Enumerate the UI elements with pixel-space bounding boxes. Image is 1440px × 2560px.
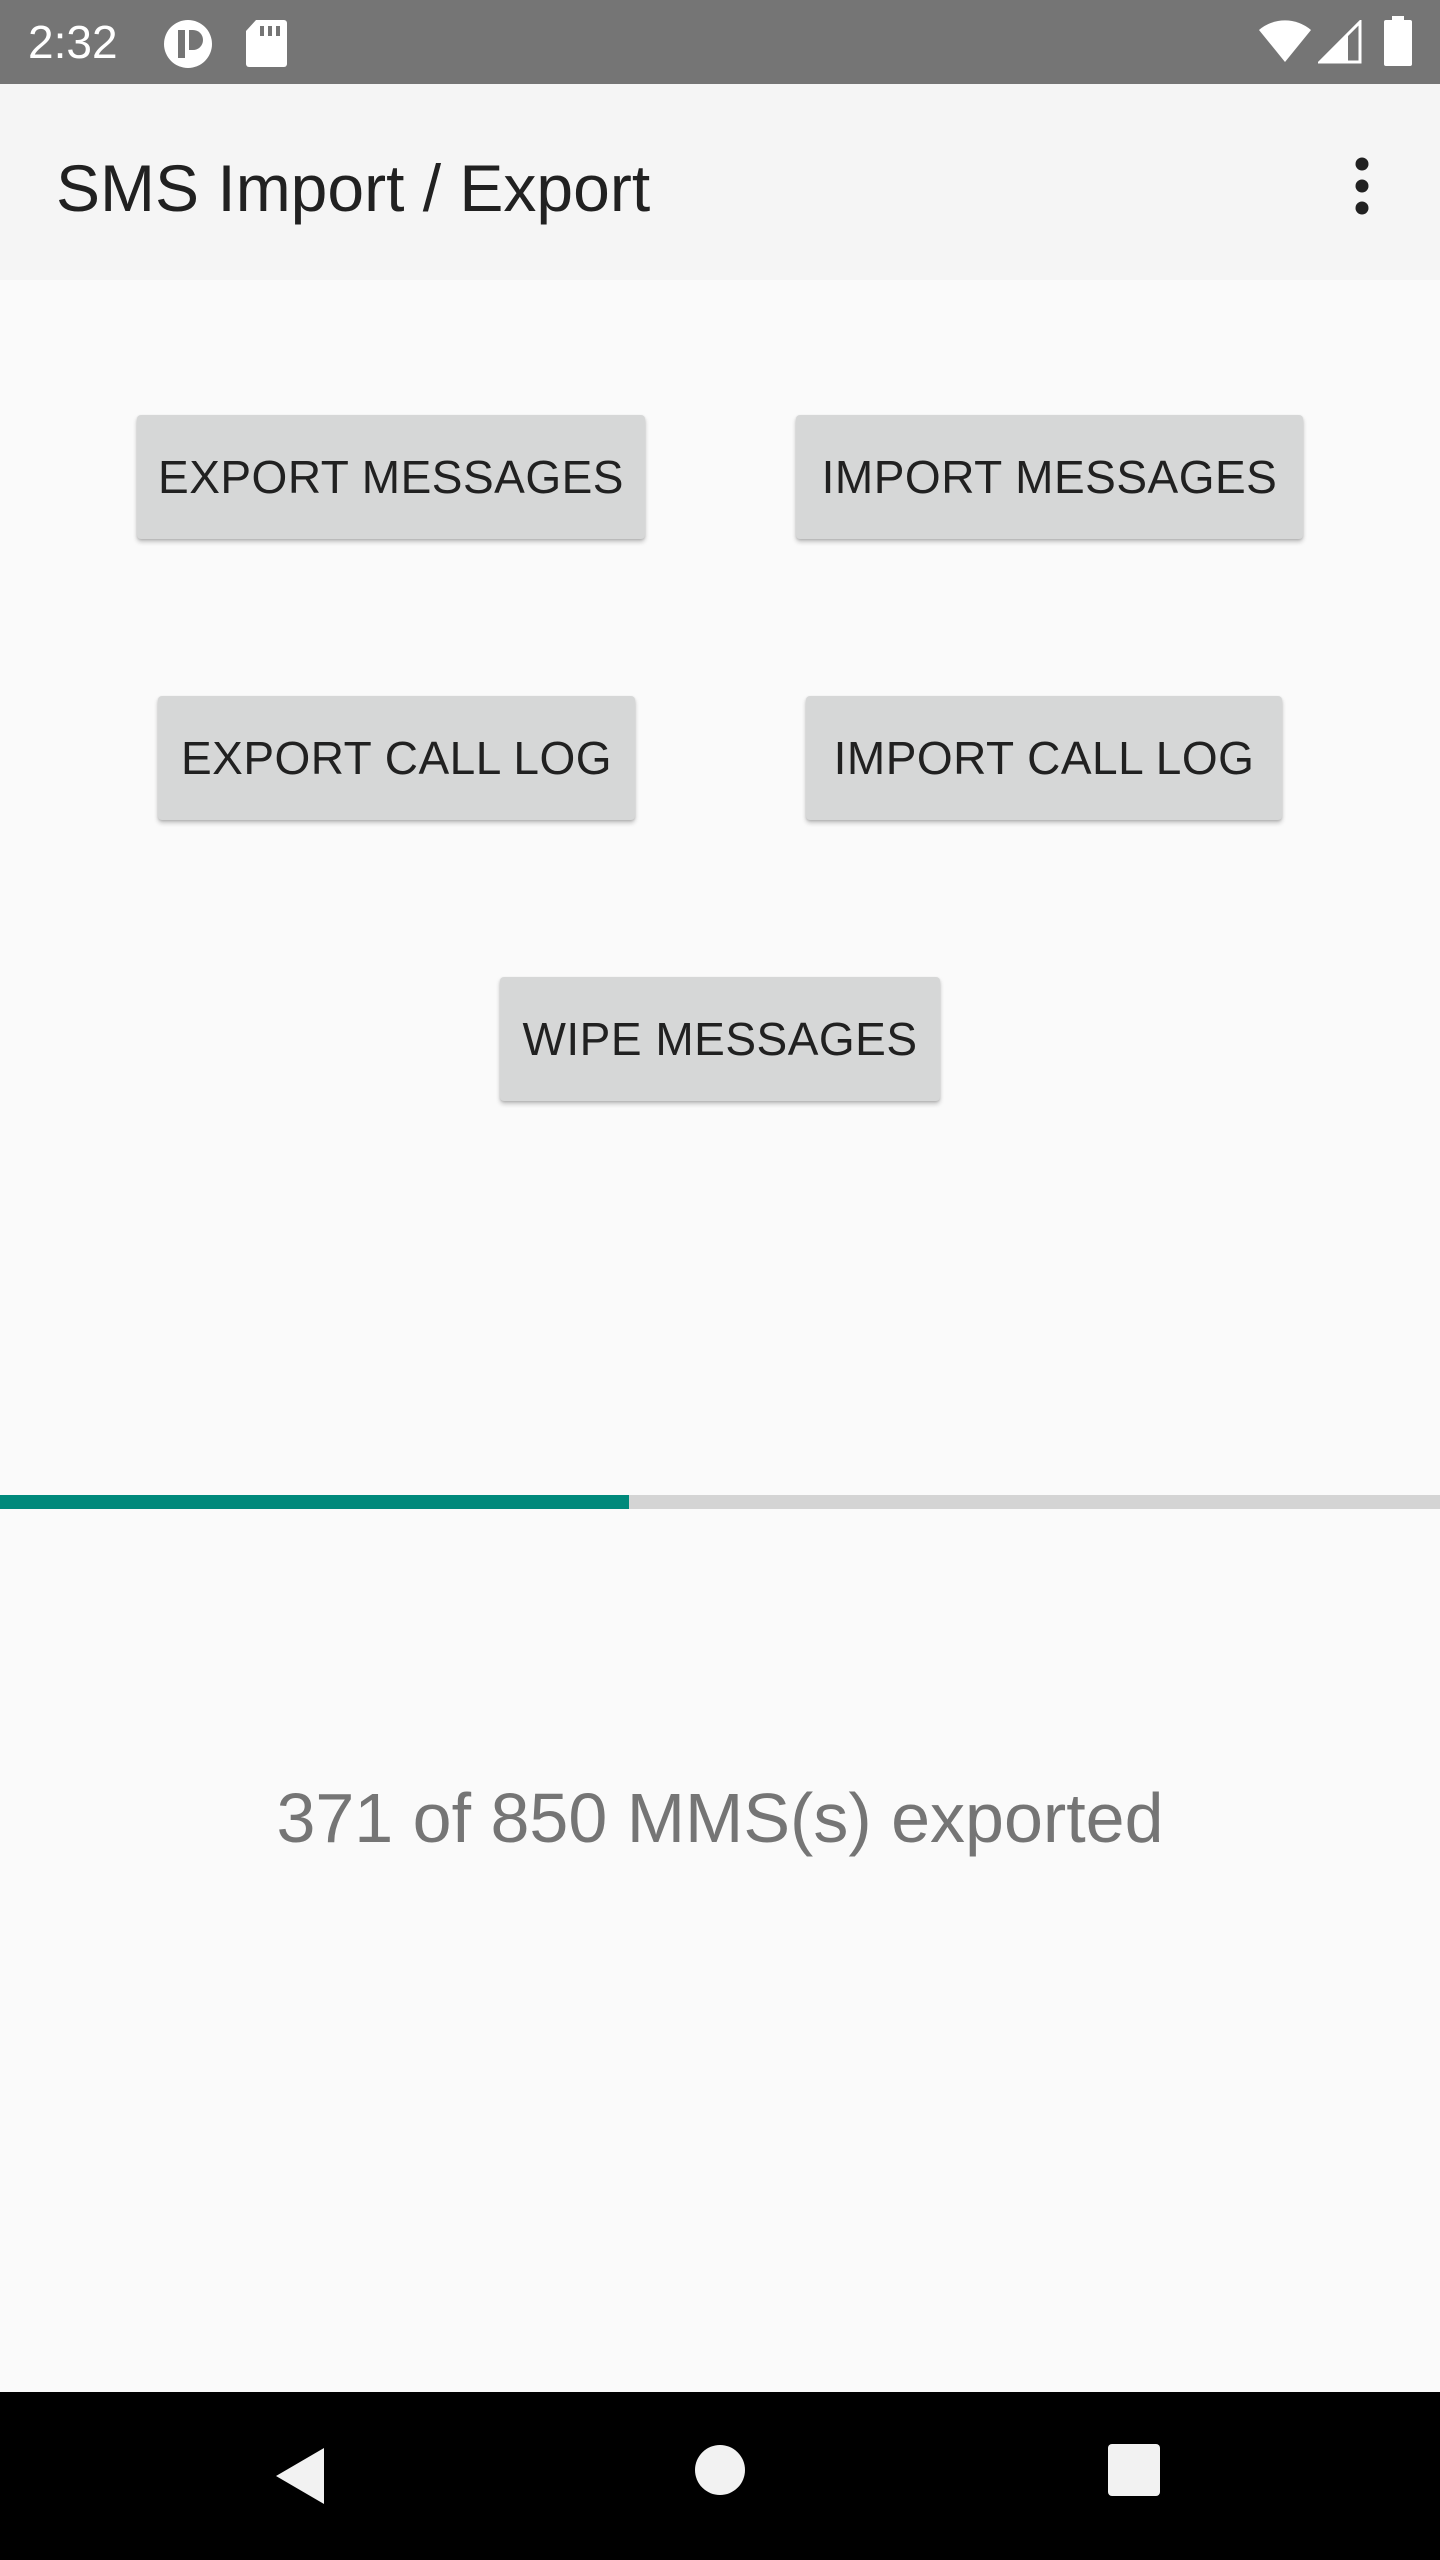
status-time: 2:32 xyxy=(28,16,118,68)
overflow-menu-button[interactable] xyxy=(1330,144,1394,228)
status-bar: 2:32 xyxy=(0,0,1440,84)
back-icon[interactable] xyxy=(270,2444,330,2508)
screen: 2:32 SMS Import / Export EXPORT MESSAGES… xyxy=(0,0,1440,2560)
wipe-messages-button[interactable]: WIPE MESSAGES xyxy=(500,977,940,1101)
more-vert-icon xyxy=(1355,157,1369,215)
export-status-text: 371 of 850 MMS(s) exported xyxy=(276,1779,1164,1857)
app-bar: SMS Import / Export xyxy=(0,84,1440,280)
export-progress-bar xyxy=(0,1495,1440,1509)
sd-card-icon xyxy=(246,20,287,67)
notification-app-icon xyxy=(164,20,212,68)
app-title: SMS Import / Export xyxy=(56,151,651,225)
wifi-icon xyxy=(1259,20,1311,62)
export-call-log-button[interactable]: EXPORT CALL LOG xyxy=(158,696,635,820)
import-messages-button[interactable]: IMPORT MESSAGES xyxy=(796,415,1303,539)
navigation-bar xyxy=(0,2392,1440,2560)
import-call-log-button[interactable]: IMPORT CALL LOG xyxy=(806,696,1282,820)
home-icon[interactable] xyxy=(694,2444,746,2496)
export-progress-fill xyxy=(0,1495,629,1509)
recents-icon[interactable] xyxy=(1108,2444,1160,2496)
export-messages-button[interactable]: EXPORT MESSAGES xyxy=(137,415,645,539)
battery-icon xyxy=(1384,16,1412,66)
cell-signal-icon xyxy=(1318,20,1362,64)
